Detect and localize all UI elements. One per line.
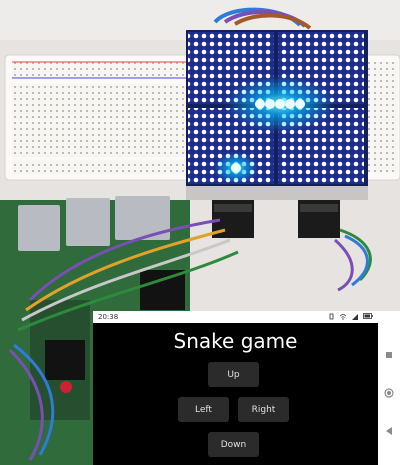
led-matrix [186,30,368,200]
wifi-icon [339,313,347,322]
app-title: Snake game [173,329,298,353]
recents-icon[interactable] [384,345,394,358]
signal-icon [351,313,359,322]
left-button[interactable]: Left [178,397,229,422]
status-bar: 20:38 [93,311,378,323]
home-icon[interactable] [384,383,394,398]
status-time: 20:38 [98,313,119,321]
status-icons [328,313,373,322]
back-icon[interactable] [384,421,394,435]
right-button[interactable]: Right [238,397,289,422]
phone-screen: 20:38 Snake game Up Left Right Down [93,311,378,465]
down-button[interactable]: Down [208,432,259,457]
battery-icon [363,313,373,321]
up-button[interactable]: Up [208,362,259,387]
vibrate-icon [328,313,335,322]
navigation-bar [378,311,400,465]
